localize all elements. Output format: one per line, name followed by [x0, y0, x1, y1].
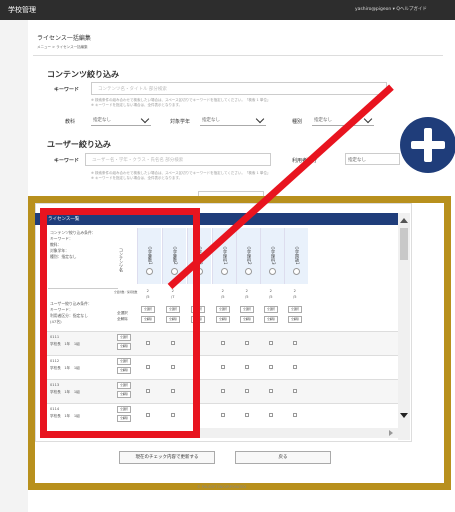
grade-label: 対象学年: [170, 119, 191, 125]
license-checkbox[interactable]: [293, 341, 297, 345]
column-deselect-all-button[interactable]: 全解除: [288, 316, 302, 323]
license-count: 2 /5: [245, 289, 249, 299]
license-count: 2 /5: [293, 289, 297, 299]
user-note-2: ※ キーワードを指定しない場合は、全件表示となります。: [91, 176, 183, 180]
subject-value: 指定なし: [93, 118, 111, 123]
copyright: © PULSOFT INCORPORATED: [197, 485, 247, 489]
content-column-label: 小学国語1: [295, 246, 300, 265]
type-value: 指定なし: [314, 118, 332, 123]
chevron-down-icon: [363, 114, 373, 124]
content-column-label: 小学理科2: [247, 246, 252, 265]
type-label: 種別: [292, 119, 303, 125]
content-column-label: 小学理科3: [271, 246, 276, 265]
content-column-label: 小学理科1: [223, 246, 228, 265]
content-keyword-placeholder: コンテンツ名・タイトル 部分検索: [98, 87, 167, 92]
license-checkbox[interactable]: [269, 341, 273, 345]
subject-label: 教科: [65, 119, 76, 125]
column-radio[interactable]: [245, 268, 252, 275]
app-header: 学校管理 yashiro@pigeon ▾ Qヘルプガイド: [0, 0, 455, 20]
license-checkbox[interactable]: [245, 365, 249, 369]
column-radio[interactable]: [221, 268, 228, 275]
user-keyword-label: キーワード: [54, 158, 80, 164]
license-checkbox[interactable]: [245, 389, 249, 393]
horizontal-scrollbar[interactable]: [200, 428, 398, 438]
column-select-all-button[interactable]: 全選択: [216, 306, 230, 313]
left-gutter: [0, 20, 28, 512]
license-checkbox[interactable]: [269, 413, 273, 417]
back-button[interactable]: 戻る: [235, 451, 331, 464]
save-button[interactable]: 現在のチェック内容で更新する: [119, 451, 215, 464]
column-select-all-button[interactable]: 全選択: [240, 306, 254, 313]
content-keyword-input[interactable]: コンテンツ名・タイトル 部分検索: [91, 82, 387, 95]
column-select-all-button[interactable]: 全選択: [288, 306, 302, 313]
license-checkbox[interactable]: [221, 341, 225, 345]
user-menu[interactable]: yashiro@pigeon ▾ Qヘルプガイド: [355, 6, 427, 12]
subject-select[interactable]: 指定なし: [91, 114, 151, 126]
user-keyword-input[interactable]: ユーザー名・学年・クラス・氏名名 部分検索: [85, 153, 271, 166]
content-filter-heading: コンテンツ絞り込み: [47, 70, 119, 79]
user-keyword-placeholder: ユーザー名・学年・クラス・氏名名 部分検索: [92, 158, 184, 163]
license-checkbox[interactable]: [293, 389, 297, 393]
highlight-box: [40, 208, 200, 438]
scroll-right-icon[interactable]: [389, 430, 393, 436]
content-column: 小学国語1: [284, 228, 308, 284]
grade-value: 指定なし: [202, 118, 220, 123]
chevron-down-icon: [255, 114, 265, 124]
status-select[interactable]: 指定なし: [345, 153, 400, 165]
content-column: 小学理科2: [236, 228, 260, 284]
column-deselect-all-button[interactable]: 全解除: [240, 316, 254, 323]
license-checkbox[interactable]: [221, 365, 225, 369]
content-keyword-label: キーワード: [54, 87, 80, 93]
divider: [33, 55, 443, 56]
license-checkbox[interactable]: [269, 365, 273, 369]
breadcrumb[interactable]: メニュー > ライセンス一括編集: [37, 45, 88, 50]
column-radio[interactable]: [269, 268, 276, 275]
column-radio[interactable]: [293, 268, 300, 275]
license-checkbox[interactable]: [221, 413, 225, 417]
column-deselect-all-button[interactable]: 全解除: [216, 316, 230, 323]
page-title: ライセンス一括編集: [37, 35, 91, 42]
user-filter-heading: ユーザー絞り込み: [47, 140, 111, 149]
status-value: 指定なし: [348, 158, 366, 163]
scroll-up-icon[interactable]: [400, 218, 408, 223]
license-checkbox[interactable]: [293, 413, 297, 417]
content-column: 小学理科3: [260, 228, 284, 284]
license-checkbox[interactable]: [221, 389, 225, 393]
chevron-down-icon: [140, 114, 150, 124]
content-keyword-note-2: ※ キーワードを指定しない場合は、全件表示となります。: [91, 103, 183, 107]
license-count: 2 /5: [221, 289, 225, 299]
license-checkbox[interactable]: [293, 365, 297, 369]
license-checkbox[interactable]: [245, 341, 249, 345]
license-checkbox[interactable]: [269, 389, 273, 393]
scroll-down-icon[interactable]: [400, 413, 408, 418]
app-title: 学校管理: [8, 6, 36, 14]
plus-circle-icon: [400, 117, 455, 173]
grade-select[interactable]: 指定なし: [200, 114, 266, 126]
scrollbar-thumb[interactable]: [400, 228, 408, 260]
license-checkbox[interactable]: [245, 413, 249, 417]
license-count: 2 /5: [269, 289, 273, 299]
column-deselect-all-button[interactable]: 全解除: [264, 316, 278, 323]
column-select-all-button[interactable]: 全選択: [264, 306, 278, 313]
